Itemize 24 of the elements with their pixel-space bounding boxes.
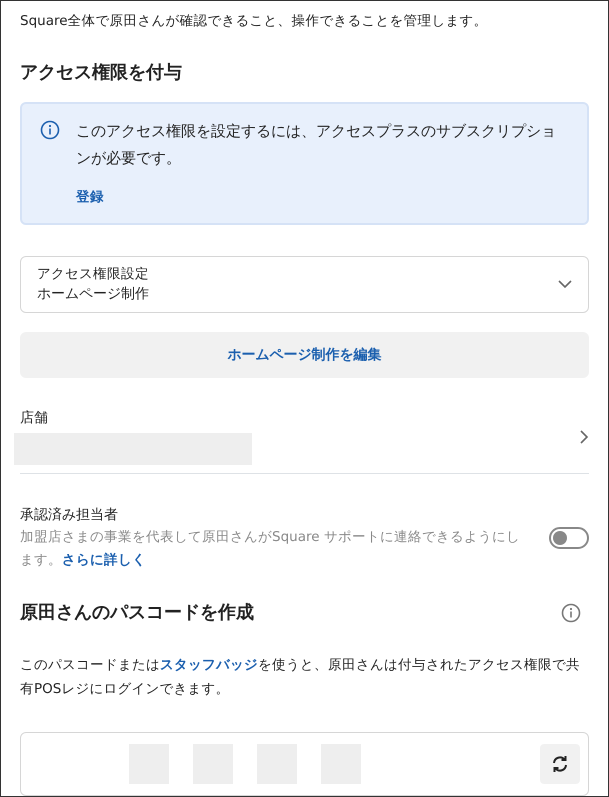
learn-more-link[interactable]: さらに詳しく <box>62 552 146 568</box>
select-value: ホームページ制作 <box>37 284 149 304</box>
approved-label: 承認済み担当者 <box>20 506 119 525</box>
info-icon <box>561 602 581 623</box>
approved-description: 加盟店さまの事業を代表して原田さんがSquare サポートに連絡できるようにします。さらに詳しく <box>20 528 521 570</box>
toggle-switch[interactable] <box>549 527 589 550</box>
refresh-icon <box>550 754 570 774</box>
select-label: アクセス権限設定 <box>37 264 149 284</box>
store-label: 店舗 <box>20 409 49 428</box>
passcode-description: このパスコードまたはスタッフバッジを使うと、原田さんは付与されたアクセス権限で共有POSレジにログインできます。 <box>20 656 581 699</box>
notice-text: このアクセス権限を設定するには、アクセスプラスのサブスクリプションが必要です。 <box>76 121 557 169</box>
intro-text: Square全体で原田さんが確認できること、操作できることを管理します。 <box>20 12 489 31</box>
section-heading: アクセス権限を付与 <box>20 62 183 84</box>
passcode-field[interactable] <box>20 732 589 796</box>
chevron-right-icon <box>580 430 589 444</box>
access-select[interactable]: アクセス権限設定 ホームページ制作 <box>20 256 589 313</box>
staff-badge-link[interactable]: スタッフバッジ <box>160 657 258 674</box>
chevron-down-icon <box>558 280 572 289</box>
store-row[interactable]: 店舗 <box>20 408 589 474</box>
info-icon <box>40 120 60 140</box>
section-heading: 原田さんのパスコードを作成 <box>20 602 254 624</box>
edit-button[interactable]: ホームページ制作を編集 <box>20 332 589 378</box>
refresh-button[interactable] <box>540 744 580 784</box>
subscribe-link[interactable]: 登録 <box>76 188 104 205</box>
